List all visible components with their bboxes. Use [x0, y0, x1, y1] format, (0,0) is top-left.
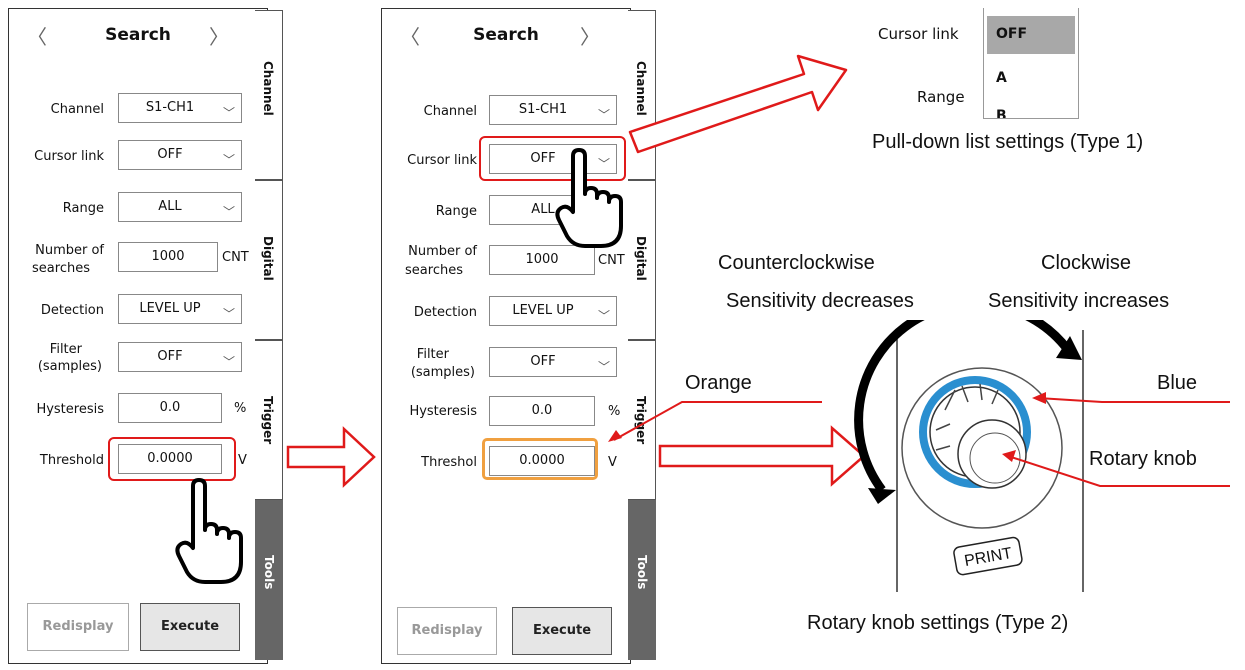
threshold-unit: V	[608, 455, 617, 470]
num-searches-value: 1000	[525, 252, 559, 267]
num-searches-label-1: Number of	[35, 243, 104, 258]
tab-digital[interactable]: Digital	[628, 180, 656, 340]
num-searches-label-1: Number of	[408, 244, 477, 259]
chevron-down-icon: ﹀	[222, 106, 235, 120]
cursor-link-value: OFF	[157, 147, 183, 162]
channel-label: Channel	[50, 102, 104, 117]
cw-line-1: Clockwise	[1041, 252, 1132, 274]
rotary-caption: Rotary knob settings (Type 2)	[807, 612, 1069, 634]
hysteresis-unit: %	[234, 401, 247, 416]
hysteresis-input[interactable]: 0.0	[118, 393, 222, 423]
filter-label-2: (samples)	[37, 359, 102, 374]
arrow-right-icon	[286, 426, 376, 488]
filter-select[interactable]: OFF ﹀	[118, 342, 242, 372]
tab-tools[interactable]: Tools	[628, 500, 656, 660]
hysteresis-value: 0.0	[531, 403, 553, 418]
range-label: Range	[62, 201, 104, 216]
dropdown-option-off-label: OFF	[996, 26, 1028, 42]
filter-value: OFF	[157, 349, 183, 364]
filter-select[interactable]: OFF ﹀	[489, 347, 617, 377]
num-searches-unit: CNT	[222, 250, 249, 265]
filter-label-1: Filter	[49, 342, 82, 357]
filter-value: OFF	[530, 354, 556, 369]
arrow-diagonal-icon	[628, 54, 848, 154]
hysteresis-value: 0.0	[159, 400, 181, 415]
channel-select[interactable]: S1-CH1 ﹀	[118, 93, 242, 123]
num-searches-unit: CNT	[598, 253, 625, 268]
cw-line-2: Sensitivity increases	[988, 290, 1170, 312]
hysteresis-label: Hysteresis	[409, 404, 477, 419]
channel-value: S1-CH1	[145, 100, 195, 115]
dropdown-option-b[interactable]: B	[996, 108, 1007, 118]
rotary-knob-illustration[interactable]: PRINT	[850, 320, 1245, 600]
range-label: Range	[435, 204, 477, 219]
cursor-link-label: Cursor link	[407, 153, 477, 168]
tab-tools[interactable]: Tools	[255, 500, 283, 660]
redisplay-button[interactable]: Redisplay	[397, 607, 497, 655]
detection-value: LEVEL UP	[512, 303, 574, 318]
tab-digital-label: Digital	[634, 236, 648, 281]
threshold-highlight	[108, 437, 236, 481]
orange-label: Orange	[685, 372, 752, 394]
threshold-label: Threshol	[421, 455, 477, 470]
hysteresis-input[interactable]: 0.0	[489, 396, 595, 426]
execute-button[interactable]: Execute	[140, 603, 240, 651]
tap-hand-icon	[175, 478, 243, 584]
filter-label-2: (samples)	[410, 365, 475, 380]
threshold-unit: V	[238, 453, 247, 468]
chevron-down-icon: ﹀	[597, 108, 610, 122]
tab-digital[interactable]: Digital	[255, 180, 283, 340]
hysteresis-label: Hysteresis	[36, 402, 104, 417]
dropdown-option-a[interactable]: A	[996, 70, 1007, 86]
detection-select[interactable]: LEVEL UP ﹀	[489, 296, 617, 326]
next-page-icon[interactable]: 〉	[209, 21, 229, 50]
num-searches-input[interactable]: 1000	[118, 242, 218, 272]
orange-leader-line	[608, 401, 822, 442]
threshold-label: Threshold	[39, 453, 104, 468]
chevron-down-icon: ﹀	[597, 360, 610, 374]
filter-label-1: Filter	[416, 347, 449, 362]
detection-label: Detection	[413, 305, 477, 320]
chevron-down-icon: ﹀	[222, 153, 235, 167]
channel-value: S1-CH1	[518, 102, 568, 117]
dropdown-range-label: Range	[917, 88, 965, 106]
next-page-icon[interactable]: 〉	[580, 21, 600, 50]
pulldown-caption: Pull-down list settings (Type 1)	[872, 131, 1144, 153]
dropdown-cursor-link-label: Cursor link	[878, 25, 959, 43]
tab-digital-label: Digital	[261, 236, 275, 281]
chevron-down-icon: ﹀	[597, 309, 610, 323]
num-searches-value: 1000	[151, 249, 185, 264]
tab-tools-label: Tools	[635, 555, 649, 590]
range-value: ALL	[158, 199, 182, 214]
chevron-down-icon: ﹀	[222, 307, 235, 321]
detection-value: LEVEL UP	[139, 301, 201, 316]
num-searches-label-2: searches	[405, 263, 463, 278]
tab-trigger[interactable]: Trigger	[255, 340, 283, 500]
cursor-link-select[interactable]: OFF ﹀	[118, 140, 242, 170]
detection-select[interactable]: LEVEL UP ﹀	[118, 294, 242, 324]
tab-tools-label: Tools	[262, 555, 276, 590]
tab-trigger-label: Trigger	[261, 396, 275, 445]
tab-channel-label: Channel	[261, 61, 275, 116]
ccw-line-2: Sensitivity decreases	[726, 290, 914, 312]
num-searches-label-2: searches	[32, 261, 90, 276]
chevron-down-icon: ﹀	[222, 355, 235, 369]
ccw-line-1: Counterclockwise	[718, 252, 875, 274]
cursor-link-label: Cursor link	[34, 149, 104, 164]
tab-channel[interactable]: Channel	[255, 10, 283, 180]
detection-label: Detection	[40, 303, 104, 318]
execute-button[interactable]: Execute	[512, 607, 612, 655]
tap-hand-icon	[555, 148, 623, 248]
channel-select[interactable]: S1-CH1 ﹀	[489, 95, 617, 125]
channel-label: Channel	[423, 104, 477, 119]
chevron-down-icon: ﹀	[222, 205, 235, 219]
threshold-orange-highlight	[482, 438, 598, 480]
range-select[interactable]: ALL ﹀	[118, 192, 242, 222]
dropdown-list: OFF A B	[983, 8, 1079, 119]
redisplay-button[interactable]: Redisplay	[27, 603, 129, 651]
